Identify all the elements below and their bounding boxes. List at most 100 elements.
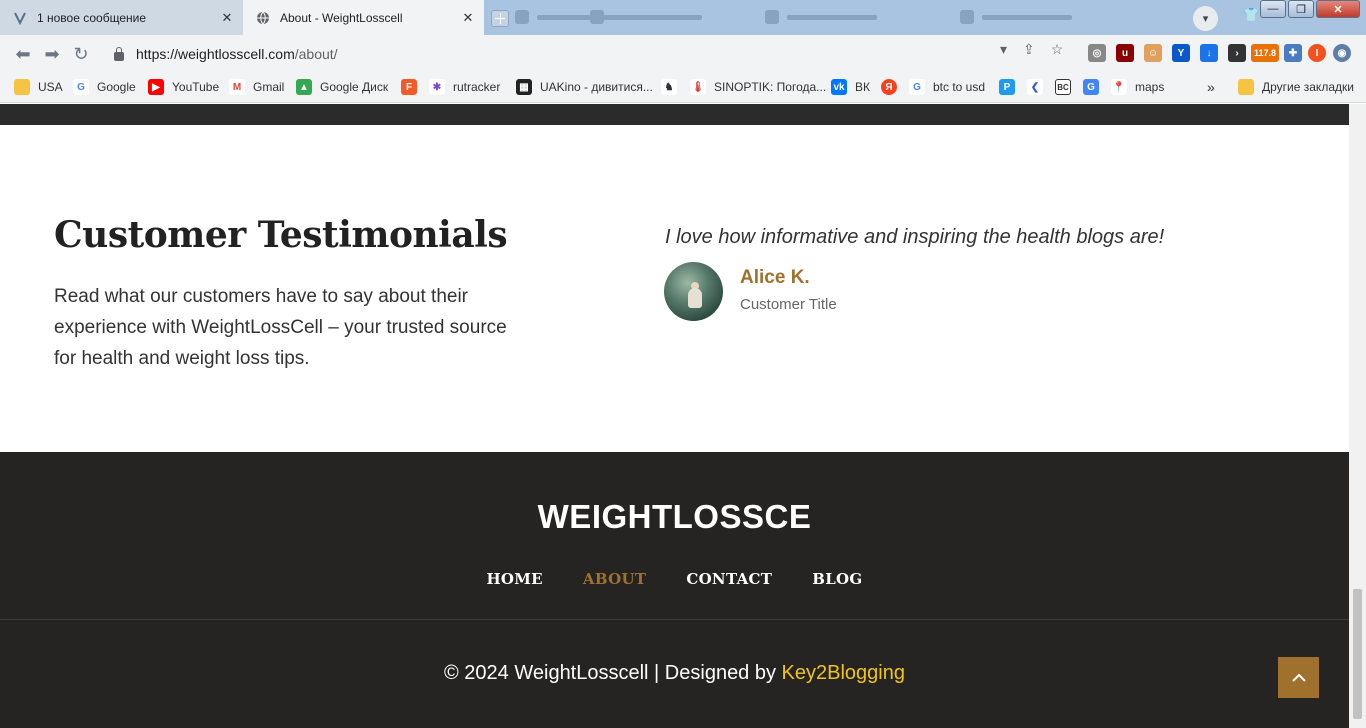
site-footer: WEIGHTLOSSCE HOME ABOUT CONTACT BLOG © 2… bbox=[0, 452, 1349, 728]
profile-avatar[interactable]: I bbox=[1308, 44, 1326, 62]
bc-icon: BC bbox=[1055, 79, 1071, 95]
footer-nav-blog[interactable]: BLOG bbox=[812, 570, 862, 588]
reload-icon[interactable]: ↻ bbox=[70, 44, 92, 64]
bookmark-f[interactable]: F bbox=[401, 78, 425, 96]
other-bookmarks-folder[interactable]: Другие закладки bbox=[1238, 78, 1354, 96]
bookmark-chess[interactable]: ♞ bbox=[661, 78, 685, 96]
close-icon[interactable]: ✕ bbox=[461, 10, 475, 26]
globe-extension-icon[interactable]: ◎ bbox=[1088, 44, 1106, 62]
designer-link[interactable]: Key2Blogging bbox=[782, 662, 905, 684]
background-tab[interactable] bbox=[590, 9, 730, 27]
bookmark-p[interactable]: P bbox=[999, 78, 1023, 96]
translate-icon: G bbox=[1083, 79, 1099, 95]
lock-icon[interactable] bbox=[114, 46, 124, 61]
forward-icon[interactable]: ➡ bbox=[41, 44, 63, 64]
page-scrollbar[interactable] bbox=[1349, 104, 1366, 728]
footer-nav-contact[interactable]: CONTACT bbox=[686, 570, 772, 588]
folder-icon bbox=[14, 79, 30, 95]
url-text[interactable]: https://weightlosscell.com/about/ bbox=[136, 46, 338, 62]
star-icon[interactable]: ☆ bbox=[1051, 41, 1064, 58]
bookmark-vk[interactable]: vk ВК bbox=[831, 78, 870, 96]
footer-nav-home[interactable]: HOME bbox=[486, 570, 542, 588]
background-tab[interactable] bbox=[960, 9, 1100, 27]
address-bar[interactable]: https://weightlosscell.com/about/ bbox=[100, 40, 1075, 68]
p-icon: P bbox=[999, 79, 1015, 95]
footer-divider bbox=[0, 619, 1349, 620]
google-icon: G bbox=[909, 79, 925, 95]
gmail-icon: M bbox=[229, 79, 245, 95]
maps-icon: 📍 bbox=[1111, 79, 1127, 95]
download-icon[interactable]: ↓ bbox=[1200, 44, 1218, 62]
browser-menu-icon[interactable]: ◉ bbox=[1333, 44, 1351, 62]
dropdown-icon[interactable]: ▾ bbox=[1000, 41, 1007, 58]
footer-nav: HOME ABOUT CONTACT BLOG bbox=[0, 570, 1349, 588]
tab-search-icon[interactable]: ▾ bbox=[1193, 6, 1218, 31]
background-tab[interactable] bbox=[765, 9, 905, 27]
vk-icon: vk bbox=[831, 79, 847, 95]
counter-extension-icon[interactable]: 117.8 bbox=[1251, 44, 1279, 62]
bookmarks-bar: USA G Google ▶ YouTube M Gmail ▲ Google Диск… bbox=[0, 72, 1366, 103]
tab-about[interactable]: About - WeightLosscell ✕ bbox=[243, 0, 484, 35]
testimonials-description: Read what our customers have to say abou… bbox=[54, 286, 507, 369]
folder-icon bbox=[1238, 79, 1254, 95]
face-extension-icon[interactable]: ☺ bbox=[1144, 44, 1162, 62]
chevron-up-icon bbox=[1291, 673, 1306, 682]
minimize-button[interactable]: — bbox=[1260, 0, 1286, 18]
yandex-icon: Я bbox=[881, 79, 897, 95]
youtube-icon: ▶ bbox=[148, 79, 164, 95]
browser-tab-strip: 1 новое сообщение ✕ About - WeightLossce… bbox=[0, 0, 1366, 35]
bookmark-maps[interactable]: 📍 maps bbox=[1111, 78, 1164, 96]
back-to-top-button[interactable] bbox=[1278, 657, 1319, 698]
bookmark-yandex[interactable]: Я bbox=[881, 78, 905, 96]
bookmark-youtube[interactable]: ▶ YouTube bbox=[148, 78, 219, 96]
chess-icon: ♞ bbox=[661, 79, 677, 95]
footer-nav-about[interactable]: ABOUT bbox=[583, 570, 646, 588]
more-bookmarks-button[interactable]: » bbox=[1207, 78, 1215, 96]
close-window-button[interactable]: ✕ bbox=[1316, 0, 1360, 18]
back-icon[interactable]: ⬅ bbox=[12, 44, 34, 64]
arrow-icon: ❮ bbox=[1027, 79, 1043, 95]
y-extension-icon[interactable]: Y bbox=[1172, 44, 1190, 62]
testimonial-avatar bbox=[664, 262, 723, 321]
bookmark-gmail[interactable]: M Gmail bbox=[229, 78, 284, 96]
tab-messages[interactable]: 1 новое сообщение ✕ bbox=[0, 0, 243, 35]
bookmark-uakino[interactable]: ▦ UAKino - дивитися... bbox=[516, 78, 653, 96]
tab-title: About - WeightLosscell bbox=[280, 10, 403, 25]
vivaldi-tab-icon bbox=[12, 10, 28, 26]
maximize-button[interactable]: ❐ bbox=[1288, 0, 1314, 18]
page-viewport: Customer Testimonials Read what our cust… bbox=[0, 104, 1349, 728]
address-bar-actions: ▾ ⇪ ☆ bbox=[1000, 41, 1063, 58]
new-tab-button[interactable] bbox=[491, 10, 509, 27]
background-tabs bbox=[515, 0, 1105, 35]
bookmark-drive[interactable]: ▲ Google Диск bbox=[296, 78, 388, 96]
footer-copyright: © 2024 WeightLosscell | Designed by Key2… bbox=[0, 662, 1349, 685]
f-icon: F bbox=[401, 79, 417, 95]
sinoptik-icon: 🌡 bbox=[690, 79, 706, 95]
uakino-icon: ▦ bbox=[516, 79, 532, 95]
footer-brand[interactable]: WEIGHTLOSSCE bbox=[0, 498, 1349, 536]
globe-icon bbox=[255, 10, 271, 26]
ublock-icon[interactable]: u bbox=[1116, 44, 1134, 62]
tab-title: 1 новое сообщение bbox=[37, 10, 147, 25]
bookmark-translate[interactable]: G bbox=[1083, 78, 1107, 96]
bookmark-rutracker[interactable]: ✱ rutracker bbox=[429, 78, 500, 96]
share-icon[interactable]: ⇪ bbox=[1023, 41, 1035, 58]
bookmark-bc[interactable]: BC bbox=[1055, 78, 1079, 96]
testimonial-author-title: Customer Title bbox=[740, 296, 837, 313]
window-controls: — ❐ ✕ bbox=[1246, 0, 1366, 22]
copyright-text: © 2024 WeightLosscell | Designed by bbox=[444, 662, 782, 684]
bookmark-btc[interactable]: Gbtc to usd bbox=[909, 78, 985, 96]
puzzle-icon[interactable]: ✚ bbox=[1284, 44, 1302, 62]
scrollbar-thumb[interactable] bbox=[1353, 589, 1362, 719]
bookmark-usa[interactable]: USA bbox=[14, 78, 63, 96]
testimonials-heading: Customer Testimonials bbox=[54, 214, 508, 256]
bookmark-google[interactable]: G Google bbox=[73, 78, 136, 96]
bookmark-sinoptik[interactable]: 🌡 SINOPTIK: Погода... bbox=[690, 78, 826, 96]
testimonial-author: Alice K. bbox=[740, 267, 810, 288]
browser-toolbar: ⬅ ➡ ↻ https://weightlosscell.com/about/ … bbox=[0, 35, 1366, 72]
drive-icon: ▲ bbox=[296, 79, 312, 95]
close-icon[interactable]: ✕ bbox=[220, 10, 234, 26]
rutracker-icon: ✱ bbox=[429, 79, 445, 95]
terminal-icon[interactable]: › bbox=[1228, 44, 1246, 62]
bookmark-arrow[interactable]: ❮ bbox=[1027, 78, 1051, 96]
